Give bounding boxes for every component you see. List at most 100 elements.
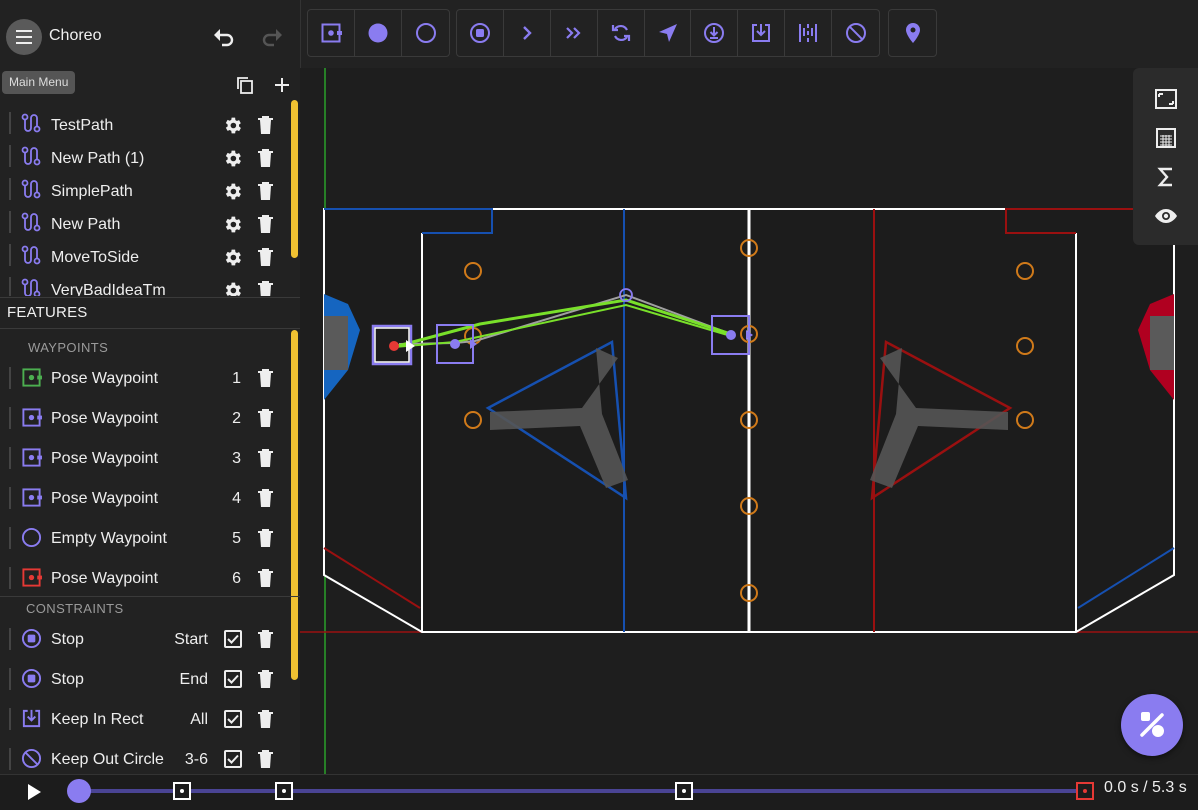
event-marker-tool[interactable]	[889, 10, 936, 56]
drag-handle[interactable]	[9, 567, 11, 589]
path-item[interactable]: VeryBadIdeaTm	[0, 271, 290, 296]
straight-line-tool[interactable]	[645, 10, 692, 56]
constraint-item[interactable]: Stop End	[0, 659, 290, 699]
timeline-waypoint-marker[interactable]	[173, 782, 191, 800]
enabled-checkbox[interactable]	[224, 630, 242, 648]
generate-path-button[interactable]	[1121, 694, 1183, 756]
trash-icon[interactable]	[257, 148, 274, 168]
timeline-track[interactable]	[79, 789, 1085, 793]
trash-icon[interactable]	[257, 749, 274, 769]
drag-handle[interactable]	[9, 708, 11, 730]
gear-icon[interactable]	[222, 181, 243, 202]
keep-in-circle-tool[interactable]	[691, 10, 739, 56]
drag-handle[interactable]	[9, 145, 11, 167]
drag-handle[interactable]	[9, 748, 11, 770]
timeline-waypoint-marker[interactable]	[675, 782, 693, 800]
pose-waypoint-tool[interactable]	[308, 10, 355, 56]
duplicate-path-icon[interactable]	[235, 75, 255, 95]
trash-icon[interactable]	[257, 368, 274, 388]
waypoint-item[interactable]: Pose Waypoint 1	[0, 358, 290, 398]
drag-handle[interactable]	[9, 487, 11, 509]
route-icon	[21, 278, 41, 296]
constraint-item[interactable]: Keep Out Circle 3-6	[0, 739, 290, 774]
stop-point-tool[interactable]	[457, 10, 504, 56]
features-scrollbar[interactable]	[291, 330, 298, 680]
undo-icon[interactable]	[212, 26, 236, 48]
fit-view-icon[interactable]	[1154, 87, 1178, 111]
trash-icon[interactable]	[257, 528, 274, 548]
empty-waypoint-tool[interactable]	[402, 10, 449, 56]
constraint-scope: 3-6	[184, 751, 208, 768]
gear-icon[interactable]	[222, 247, 243, 268]
constraint-scope: Start	[174, 631, 208, 648]
point-at-tool[interactable]	[598, 10, 645, 56]
drag-handle[interactable]	[9, 668, 11, 690]
trash-icon[interactable]	[257, 214, 274, 234]
drag-handle[interactable]	[9, 407, 11, 429]
translation-waypoint-tool[interactable]	[355, 10, 402, 56]
waypoint-item[interactable]: Pose Waypoint 4	[0, 478, 290, 518]
trash-icon[interactable]	[257, 448, 274, 468]
keep-in-lane-tool[interactable]	[785, 10, 833, 56]
waypoint-item[interactable]: Pose Waypoint 2	[0, 398, 290, 438]
drag-handle[interactable]	[9, 244, 11, 266]
trash-icon[interactable]	[257, 709, 274, 729]
generate-icon	[1140, 712, 1164, 737]
gear-icon[interactable]	[222, 148, 243, 169]
trash-icon[interactable]	[257, 629, 274, 649]
path-item[interactable]: TestPath	[0, 106, 290, 139]
max-acceleration-tool[interactable]	[551, 10, 598, 56]
sigma-icon[interactable]	[1154, 165, 1178, 189]
trash-icon[interactable]	[257, 280, 274, 296]
constraint-item[interactable]: Keep In Rect All	[0, 699, 290, 739]
path-item[interactable]: MoveToSide	[0, 238, 290, 271]
gear-icon[interactable]	[222, 115, 243, 136]
path-item[interactable]: New Path (1)	[0, 139, 290, 172]
trash-icon[interactable]	[257, 568, 274, 588]
path-item[interactable]: New Path	[0, 205, 290, 238]
drag-handle[interactable]	[9, 628, 11, 650]
gear-icon[interactable]	[222, 280, 243, 296]
waypoint-item[interactable]: Empty Waypoint 5	[0, 518, 290, 558]
enabled-checkbox[interactable]	[224, 750, 242, 768]
drag-handle[interactable]	[9, 178, 11, 200]
add-path-icon[interactable]	[272, 75, 292, 95]
path-item[interactable]: SimplePath	[0, 172, 290, 205]
hamburger-menu-icon	[16, 30, 32, 44]
timeline-waypoint-marker[interactable]	[275, 782, 293, 800]
drag-handle[interactable]	[9, 367, 11, 389]
timeline-scrubber[interactable]	[67, 779, 91, 803]
timeline-end-marker[interactable]	[1076, 782, 1094, 800]
trash-icon[interactable]	[257, 181, 274, 201]
constraint-item[interactable]: Stop Start	[0, 619, 290, 659]
enabled-checkbox[interactable]	[224, 670, 242, 688]
drag-handle[interactable]	[9, 112, 11, 134]
enabled-checkbox[interactable]	[224, 710, 242, 728]
waypoint-item[interactable]: Pose Waypoint 6	[0, 558, 290, 598]
trash-icon[interactable]	[257, 488, 274, 508]
grid-icon[interactable]	[1154, 126, 1178, 150]
main-menu-button[interactable]	[6, 19, 42, 55]
drag-handle[interactable]	[9, 211, 11, 233]
pose-waypoint-icon	[21, 487, 42, 508]
point-at-icon	[611, 24, 630, 42]
drag-handle[interactable]	[9, 447, 11, 469]
play-icon[interactable]	[24, 782, 44, 802]
trash-icon[interactable]	[257, 247, 274, 267]
constraint-label: Keep Out Circle	[51, 751, 164, 768]
gear-icon[interactable]	[222, 214, 243, 235]
keep-out-circle-tool[interactable]	[832, 10, 879, 56]
drag-handle[interactable]	[9, 527, 11, 549]
red-subwoofer	[1150, 316, 1174, 370]
max-velocity-tool[interactable]	[504, 10, 551, 56]
drag-handle[interactable]	[9, 277, 11, 296]
trash-icon[interactable]	[257, 408, 274, 428]
field-canvas[interactable]	[300, 68, 1198, 774]
trash-icon[interactable]	[257, 669, 274, 689]
field-svg[interactable]	[300, 68, 1198, 774]
visibility-eye-icon[interactable]	[1154, 204, 1178, 228]
redo-icon[interactable]	[260, 26, 284, 48]
keep-in-rect-tool[interactable]	[738, 10, 786, 56]
waypoint-item[interactable]: Pose Waypoint 3	[0, 438, 290, 478]
trash-icon[interactable]	[257, 115, 274, 135]
